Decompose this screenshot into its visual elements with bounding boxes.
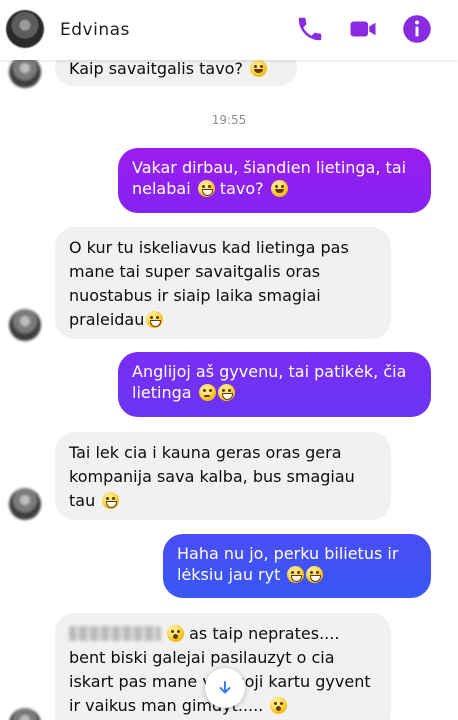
incoming-message[interactable]: Tai lek cia i kauna geras oras gera komp… xyxy=(55,432,391,520)
redacted-name xyxy=(69,626,161,641)
outgoing-message[interactable]: Anglijoj aš gyvenu, tai patikėk, čia lie… xyxy=(118,352,431,417)
message-text: O kur tu iskeliavus kad lietinga pas man… xyxy=(69,238,349,329)
grin-emoji-icon xyxy=(102,492,120,509)
conversation-header: Edvinas xyxy=(0,0,458,60)
smile-emoji-icon xyxy=(270,180,288,197)
contact-avatar-small[interactable] xyxy=(9,60,41,88)
incoming-message[interactable]: Kaip savaitgalis tavo? xyxy=(55,60,297,86)
arrow-down-icon xyxy=(219,681,231,694)
contact-avatar-small[interactable] xyxy=(9,309,41,341)
contact-avatar[interactable] xyxy=(6,10,44,48)
outgoing-message[interactable]: Vakar dirbau, šiandien lietinga, tai nel… xyxy=(118,148,431,213)
contact-avatar-small[interactable] xyxy=(9,708,41,720)
message-text: Kaip savaitgalis tavo? xyxy=(69,60,243,78)
message-text: tavo? xyxy=(219,179,264,198)
grin-emoji-icon xyxy=(146,311,164,328)
message-text: Vakar dirbau, šiandien lietinga, tai nel… xyxy=(132,158,407,198)
worried-emoji-icon xyxy=(198,384,216,401)
contact-avatar-small[interactable] xyxy=(9,488,41,520)
contact-name[interactable]: Edvinas xyxy=(60,20,130,40)
incoming-message[interactable]: O kur tu iskeliavus kad lietinga pas man… xyxy=(55,227,391,339)
message-text: Anglijoj aš gyvenu, tai patikėk, čia lie… xyxy=(132,362,407,402)
phone-icon[interactable] xyxy=(295,14,325,44)
smile-emoji-icon xyxy=(250,60,268,77)
scroll-to-bottom-button[interactable] xyxy=(205,668,245,708)
grin-emoji-icon xyxy=(217,384,235,401)
message-timestamp: 19:55 xyxy=(211,113,247,127)
sweat-smile-emoji-icon xyxy=(287,566,305,583)
message-thread[interactable]: Kaip savaitgalis tavo? 19:55 Vakar dirba… xyxy=(0,60,458,720)
video-camera-icon[interactable] xyxy=(348,14,378,44)
info-icon[interactable] xyxy=(402,14,432,44)
grin-emoji-icon xyxy=(197,180,215,197)
outgoing-message[interactable]: Haha nu jo, perku bilietus ir lėksiu jau… xyxy=(163,534,431,598)
wow-emoji-icon xyxy=(270,697,288,714)
wow-emoji-icon xyxy=(167,625,184,642)
sweat-smile-emoji-icon xyxy=(306,566,324,583)
